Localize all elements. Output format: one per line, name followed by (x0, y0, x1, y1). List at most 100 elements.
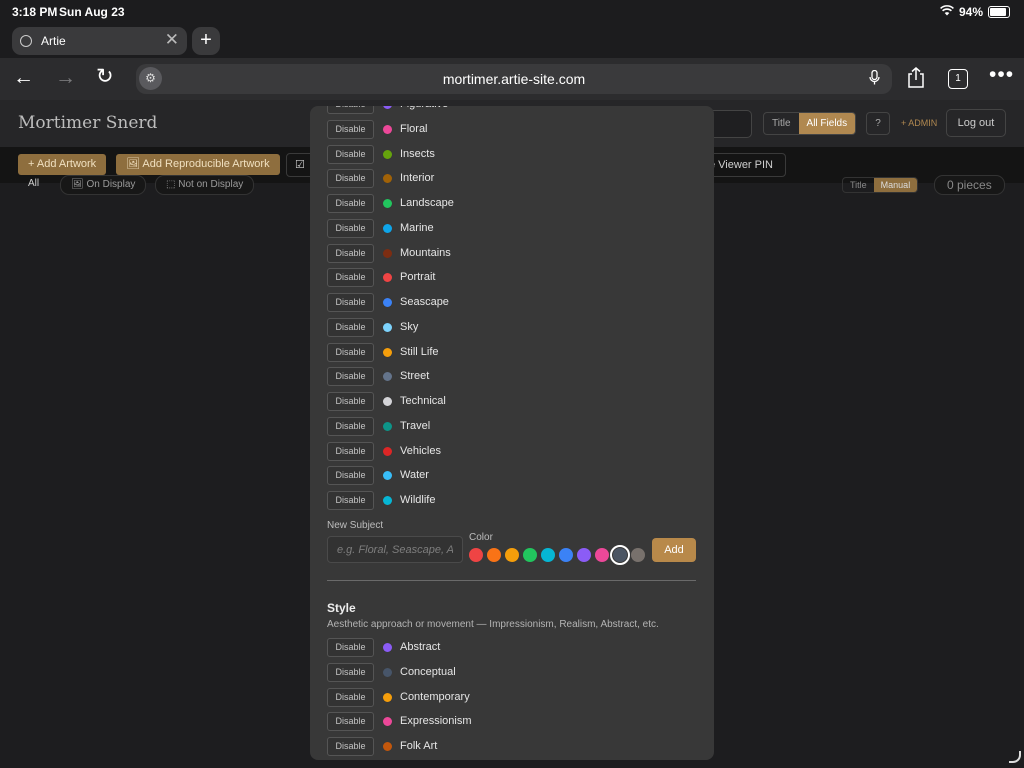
share-icon[interactable] (907, 67, 925, 94)
status-bar: 3:18 PM Sun Aug 23 94% (0, 0, 1024, 24)
help-button[interactable]: ? (866, 112, 890, 135)
disable-button[interactable]: Disable (327, 638, 374, 657)
list-item: Disable Interior (310, 167, 714, 192)
add-reproducible-artwork-button[interactable]: 🖼 Add Reproducible Artwork (116, 154, 280, 175)
disable-button[interactable]: Disable (327, 169, 374, 189)
back-arrow-icon[interactable]: ← (13, 66, 34, 90)
disable-button[interactable]: Disable (327, 367, 374, 387)
search-mode-title[interactable]: Title (764, 113, 799, 134)
color-swatch[interactable] (523, 548, 537, 562)
browser-toolbar: ← → ↻ ⚙ mortimer.artie-site.com 1 ••• (0, 58, 1024, 100)
section-divider (327, 580, 696, 581)
style-list: Disable Abstract Disable Conceptual Disable C… (310, 636, 714, 760)
list-item: Disable Abstract (310, 636, 714, 661)
add-artwork-button[interactable]: + Add Artwork (18, 154, 107, 175)
color-dot-icon (383, 124, 392, 134)
disable-button[interactable]: Disable (327, 218, 374, 238)
color-swatch[interactable] (610, 545, 630, 565)
address-bar[interactable]: ⚙ mortimer.artie-site.com (136, 64, 892, 94)
disable-button[interactable]: Disable (327, 243, 374, 263)
disable-button[interactable]: Disable (327, 466, 374, 486)
list-item: Disable Portrait (310, 266, 714, 291)
admin-link[interactable]: + ADMIN (901, 118, 937, 128)
color-dot-icon (383, 372, 392, 382)
add-subject-button[interactable]: Add (652, 538, 696, 562)
item-label: Abstract (400, 641, 441, 653)
item-label: Marine (400, 221, 434, 234)
disable-button[interactable]: Disable (327, 194, 374, 213)
subject-list: Disable Figurative Disable Floral Disable Ins… (310, 106, 714, 514)
url-text[interactable]: mortimer.artie-site.com (136, 71, 892, 87)
logout-button[interactable]: Log out (946, 109, 1006, 137)
search-mode-toggle[interactable]: Title All Fields (763, 112, 857, 135)
list-item: Disable Landscape (310, 192, 714, 217)
color-dot-icon (383, 298, 392, 307)
list-item: Disable Floral (310, 118, 714, 143)
piece-count: 0 pieces (934, 175, 1005, 195)
color-swatch[interactable] (631, 548, 645, 562)
sort-title[interactable]: Title (843, 178, 874, 192)
disable-button[interactable]: Disable (327, 144, 374, 164)
disable-button[interactable]: Disable (327, 342, 374, 362)
item-label: Sky (400, 320, 419, 333)
item-label: Figurative (400, 106, 448, 110)
tab-overview-button[interactable]: 1 (948, 69, 968, 89)
disable-button[interactable]: Disable (327, 119, 374, 139)
list-item: Disable Still Life (310, 341, 714, 366)
forward-arrow-icon[interactable]: → (55, 66, 76, 90)
globe-icon (20, 35, 32, 47)
battery-percent: 94% (958, 5, 983, 19)
sort-manual[interactable]: Manual (873, 178, 918, 192)
item-label: Contemporary (400, 690, 470, 703)
color-swatch[interactable] (487, 548, 501, 562)
color-dot-icon (383, 446, 392, 456)
list-item: Disable Technical (310, 390, 714, 415)
disable-button[interactable]: Disable (327, 712, 374, 732)
disable-button[interactable]: Disable (327, 416, 374, 436)
list-item: Disable Mountains (310, 242, 714, 267)
color-swatch[interactable] (577, 548, 591, 562)
color-swatch[interactable] (505, 548, 519, 562)
disable-button[interactable]: Disable (327, 491, 374, 510)
filter-not-on-display[interactable]: ⬚ Not on Display (155, 175, 255, 195)
item-label: Technical (400, 395, 446, 407)
new-subject-input[interactable] (327, 536, 463, 563)
disable-button[interactable]: Disable (327, 293, 374, 312)
color-dot-icon (383, 149, 392, 159)
browser-tab[interactable]: Artie ✕ (12, 27, 187, 55)
sort-toggle[interactable]: Title Manual (842, 177, 919, 193)
color-swatch[interactable] (595, 548, 609, 562)
filter-all[interactable]: All (18, 175, 49, 193)
disable-button[interactable]: Disable (327, 687, 374, 707)
color-label: Color (469, 532, 493, 543)
more-options-icon[interactable]: ••• (989, 63, 1014, 87)
disable-button[interactable]: Disable (327, 106, 374, 114)
color-dot-icon (383, 174, 392, 184)
color-dot-icon (383, 692, 392, 702)
item-label: Travel (400, 419, 431, 432)
filter-on-display[interactable]: 🖼 On Display (60, 175, 147, 195)
list-item: Disable Sky (310, 316, 714, 341)
item-label: Mountains (400, 246, 451, 259)
disable-button[interactable]: Disable (327, 441, 374, 461)
color-dot-icon (383, 397, 392, 406)
status-date: Sun Aug 23 (59, 5, 125, 19)
new-tab-button[interactable]: + (192, 27, 220, 55)
item-label: Landscape (400, 197, 454, 209)
microphone-icon[interactable] (869, 69, 880, 88)
list-item: Disable Travel (310, 415, 714, 440)
brand-title[interactable]: Mortimer Snerd (18, 113, 157, 133)
disable-button[interactable]: Disable (327, 392, 374, 411)
color-swatch[interactable] (541, 548, 555, 562)
disable-button[interactable]: Disable (327, 737, 374, 756)
reload-icon[interactable]: ↻ (96, 64, 114, 89)
wifi-icon (940, 5, 954, 19)
disable-button[interactable]: Disable (327, 317, 374, 337)
disable-button[interactable]: Disable (327, 268, 374, 288)
close-icon[interactable]: ✕ (165, 30, 179, 50)
color-swatch[interactable] (559, 548, 573, 562)
search-mode-all-fields[interactable]: All Fields (798, 113, 856, 134)
color-dot-icon (383, 643, 392, 652)
color-swatch[interactable] (469, 548, 483, 562)
disable-button[interactable]: Disable (327, 662, 374, 682)
